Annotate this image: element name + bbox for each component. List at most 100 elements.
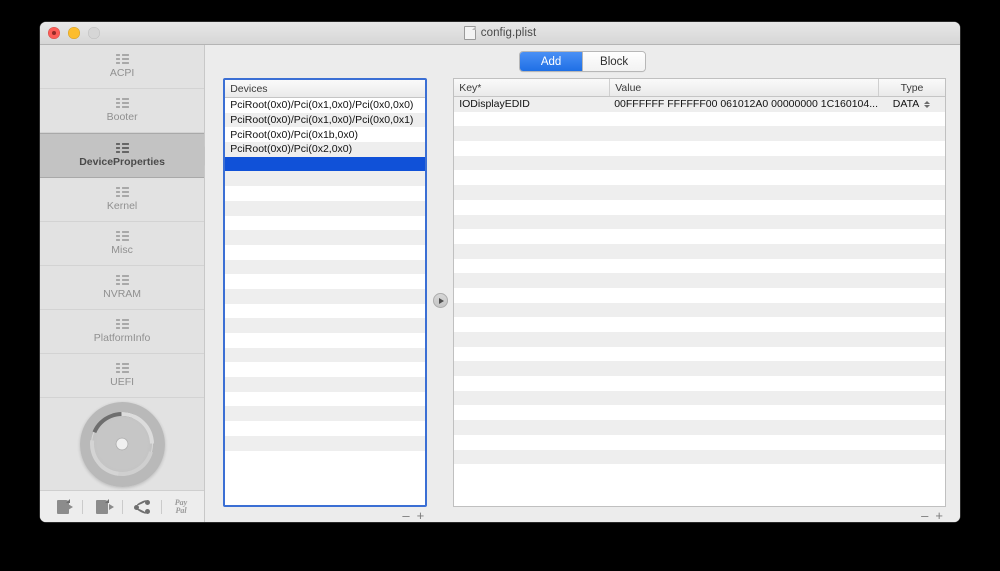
table-row-empty[interactable] — [225, 333, 426, 348]
table-row-empty[interactable] — [225, 362, 426, 378]
table-row-empty[interactable] — [225, 421, 426, 436]
table-row-empty[interactable] — [225, 244, 426, 260]
sidebar-item-booter[interactable]: Booter — [40, 89, 205, 133]
table-row[interactable]: IODisplayEDID 00FFFFFF FFFFFF00 061012A0… — [454, 97, 945, 112]
table-row-empty[interactable] — [225, 406, 426, 422]
list-grid-icon — [115, 363, 129, 373]
table-row-empty[interactable] — [454, 420, 945, 435]
device-path: PciRoot(0x0)/Pci(0x1,0x0)/Pci(0x0,0x1) — [230, 114, 414, 127]
devices-table-body[interactable]: PciRoot(0x0)/Pci(0x1,0x0)/Pci(0x0,0x0) P… — [225, 98, 426, 505]
table-row-empty[interactable] — [225, 200, 426, 216]
table-row-empty[interactable] — [454, 346, 945, 362]
tab-block[interactable]: Block — [582, 52, 646, 71]
type-stepper-icon[interactable] — [924, 100, 931, 108]
table-row-empty[interactable] — [225, 377, 426, 392]
table-row-empty[interactable] — [454, 317, 945, 332]
sidebar-item-acpi[interactable]: ACPI — [40, 45, 205, 89]
table-row[interactable]: PciRoot(0x0)/Pci(0x1b,0x0) — [225, 127, 426, 143]
table-row-empty[interactable] — [454, 170, 945, 186]
table-row-empty[interactable] — [454, 287, 945, 303]
column-header-devices[interactable]: Devices — [225, 80, 425, 97]
table-row-empty[interactable] — [225, 171, 426, 187]
add-property-button[interactable]: + — [935, 509, 943, 522]
properties-table-body[interactable]: IODisplayEDID 00FFFFFF FFFFFF00 061012A0… — [454, 97, 945, 506]
share-button[interactable] — [127, 496, 157, 518]
remove-device-button[interactable]: – — [402, 509, 409, 522]
table-row-empty[interactable] — [454, 199, 945, 215]
table-row-empty[interactable] — [454, 449, 945, 465]
table-row-empty[interactable] — [454, 302, 945, 318]
table-row-empty[interactable] — [454, 405, 945, 421]
table-row-empty[interactable] — [454, 434, 945, 450]
table-row-empty[interactable] — [225, 274, 426, 289]
table-row-empty[interactable] — [225, 450, 426, 466]
table-row-empty[interactable] — [225, 259, 426, 275]
properties-table[interactable]: Key* Value Type IODisplayEDID 00FFFFFF F… — [453, 78, 946, 507]
export-button[interactable] — [87, 496, 117, 518]
table-row-empty[interactable] — [454, 185, 945, 200]
table-row-empty[interactable] — [225, 215, 426, 231]
table-row-empty[interactable] — [454, 258, 945, 274]
sidebar-toolbar: Pay Pal — [40, 490, 205, 522]
main-content: Add Block Devices PciRoot(0x0)/Pci(0x1,0… — [205, 45, 960, 522]
tab-add[interactable]: Add — [520, 52, 583, 71]
sidebar-item-platforminfo[interactable]: PlatformInfo — [40, 310, 205, 354]
table-row-empty[interactable] — [225, 288, 426, 304]
sidebar-item-uefi[interactable]: UEFI — [40, 354, 205, 398]
close-button[interactable] — [48, 27, 60, 39]
table-row-empty[interactable] — [454, 332, 945, 347]
table-row[interactable]: PciRoot(0x0)/Pci(0x1,0x0)/Pci(0x0,0x0) — [225, 98, 426, 113]
import-button[interactable] — [48, 496, 78, 518]
table-row[interactable]: PciRoot(0x0)/Pci(0x1,0x0)/Pci(0x0,0x1) — [225, 112, 426, 128]
sidebar-item-label: NVRAM — [103, 288, 142, 300]
table-row-empty[interactable] — [454, 361, 945, 377]
remove-property-button[interactable]: – — [921, 509, 928, 522]
table-row-empty[interactable] — [454, 390, 945, 406]
property-value: 00FFFFFF FFFFFF00 061012A0 00000000 1C16… — [614, 98, 878, 111]
add-device-button[interactable]: + — [417, 509, 425, 522]
minimize-button[interactable] — [68, 27, 80, 39]
devices-table[interactable]: Devices PciRoot(0x0)/Pci(0x1,0x0)/Pci(0x… — [223, 78, 428, 507]
table-row-empty[interactable] — [225, 435, 426, 451]
table-row-empty[interactable] — [225, 303, 426, 319]
list-grid-icon — [115, 231, 129, 241]
list-grid-icon — [115, 187, 129, 197]
disc-icon — [76, 398, 168, 490]
table-row-empty[interactable] — [225, 230, 426, 245]
sidebar-item-kernel[interactable]: Kernel — [40, 178, 205, 222]
table-row-empty[interactable] — [454, 229, 945, 244]
table-row-empty[interactable] — [454, 243, 945, 259]
disc-graphic-area — [40, 398, 205, 490]
table-row-empty[interactable] — [454, 111, 945, 127]
table-row-empty[interactable] — [454, 141, 945, 156]
donate-paypal-button[interactable]: Pay Pal — [166, 496, 196, 518]
table-row-empty[interactable] — [225, 391, 426, 407]
table-row-empty[interactable] — [454, 214, 945, 230]
table-row-empty[interactable] — [225, 318, 426, 333]
column-header-key[interactable]: Key* — [454, 79, 609, 96]
table-row[interactable] — [225, 156, 426, 172]
sidebar-item-misc[interactable]: Misc — [40, 222, 205, 266]
window-title: config.plist — [463, 26, 537, 40]
share-icon — [133, 499, 150, 514]
table-row-empty[interactable] — [454, 155, 945, 171]
table-row-empty[interactable] — [225, 186, 426, 201]
device-path: PciRoot(0x0)/Pci(0x1,0x0)/Pci(0x0,0x0) — [230, 99, 414, 112]
arrow-right-icon[interactable] — [432, 293, 448, 308]
sidebar-item-label: PlatformInfo — [93, 332, 151, 344]
property-type-cell[interactable]: DATA — [878, 98, 945, 110]
list-grid-icon — [115, 143, 129, 153]
sidebar-item-deviceproperties[interactable]: DeviceProperties — [40, 133, 215, 178]
table-row-empty[interactable] — [454, 376, 945, 391]
add-block-segmented-control[interactable]: Add Block — [519, 51, 647, 72]
toolbar-divider — [82, 500, 84, 514]
list-grid-icon — [115, 98, 129, 108]
table-row-empty[interactable] — [454, 126, 945, 142]
table-row-empty[interactable] — [225, 347, 426, 363]
sidebar-item-nvram[interactable]: NVRAM — [40, 266, 205, 310]
column-header-value[interactable]: Value — [609, 79, 878, 96]
table-row[interactable]: PciRoot(0x0)/Pci(0x2,0x0) — [225, 142, 426, 157]
list-grid-icon — [115, 275, 129, 285]
table-row-empty[interactable] — [454, 273, 945, 288]
column-header-type[interactable]: Type — [878, 79, 945, 96]
